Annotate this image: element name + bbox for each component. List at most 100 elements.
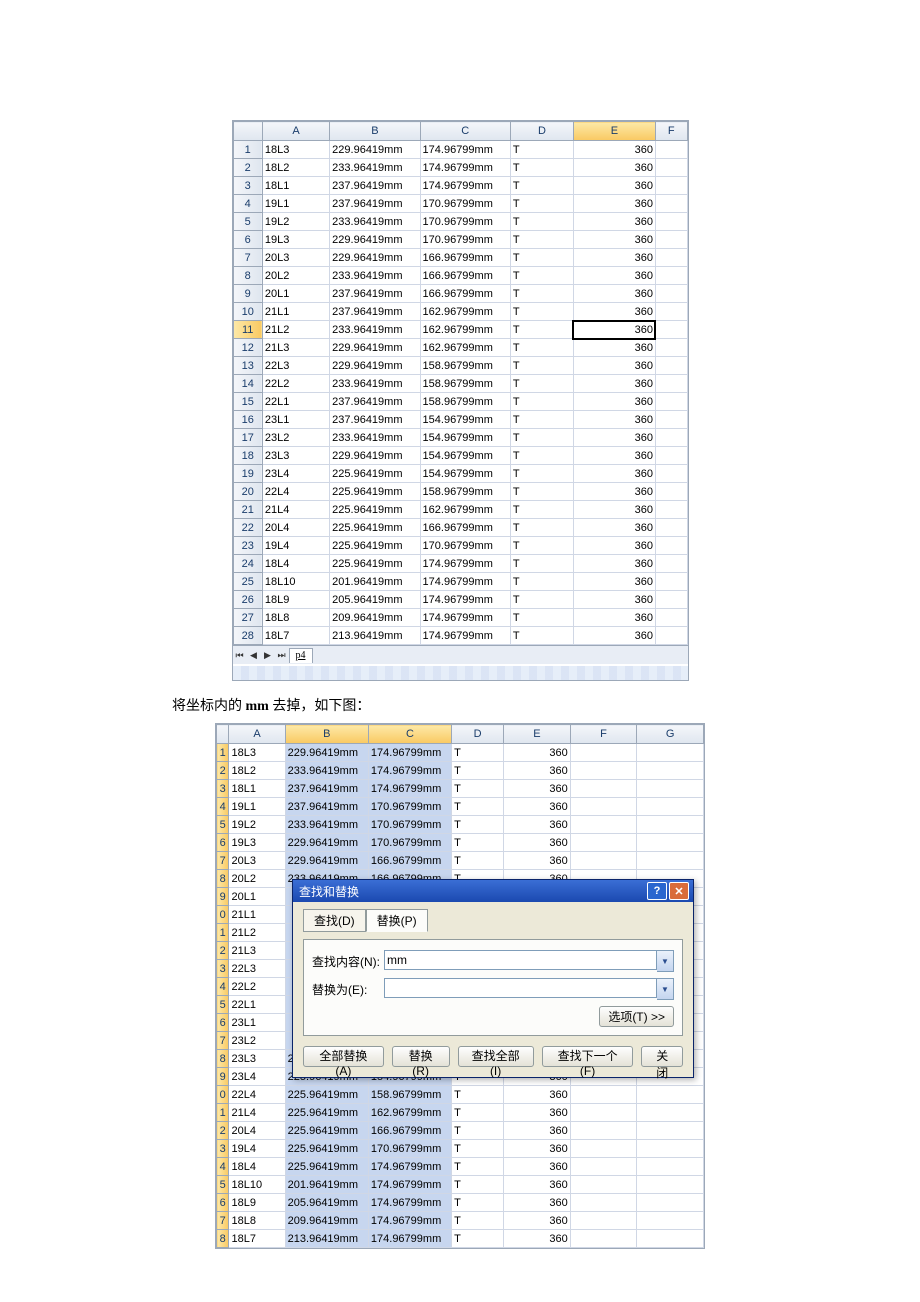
cell[interactable]: 360 xyxy=(573,213,655,231)
cell[interactable] xyxy=(655,357,687,375)
col-header-E[interactable]: E xyxy=(573,122,655,141)
row-header[interactable]: 7 xyxy=(217,852,229,870)
cell[interactable]: 174.96799mm xyxy=(420,627,510,645)
cell[interactable]: 225.96419mm xyxy=(330,465,420,483)
cell[interactable]: 360 xyxy=(573,375,655,393)
cell[interactable]: 22L3 xyxy=(229,960,285,978)
cell[interactable]: 360 xyxy=(504,1086,571,1104)
cell[interactable]: 19L1 xyxy=(262,195,329,213)
replace-input[interactable] xyxy=(384,978,657,998)
cell[interactable]: 360 xyxy=(504,1176,571,1194)
cell[interactable]: T xyxy=(510,249,573,267)
row-header[interactable]: 3 xyxy=(217,960,229,978)
cell[interactable]: 225.96419mm xyxy=(285,1086,368,1104)
cell[interactable]: 174.96799mm xyxy=(420,141,510,159)
cell[interactable]: 170.96799mm xyxy=(420,231,510,249)
cell[interactable]: 201.96419mm xyxy=(330,573,420,591)
cell[interactable]: 237.96419mm xyxy=(330,303,420,321)
cell[interactable] xyxy=(655,627,687,645)
row-header[interactable]: 2 xyxy=(233,159,262,177)
cell[interactable]: 225.96419mm xyxy=(285,1140,368,1158)
cell[interactable]: 360 xyxy=(504,798,571,816)
cell[interactable]: 166.96799mm xyxy=(420,519,510,537)
cell[interactable] xyxy=(637,798,704,816)
close-icon[interactable]: ✕ xyxy=(669,882,689,900)
cell[interactable] xyxy=(570,1194,637,1212)
cell[interactable]: T xyxy=(452,1194,504,1212)
cell[interactable]: 360 xyxy=(504,1140,571,1158)
cell[interactable]: 174.96799mm xyxy=(368,1230,451,1248)
find-dropdown-icon[interactable]: ▼ xyxy=(657,950,674,972)
cell[interactable]: T xyxy=(452,1122,504,1140)
cell[interactable]: 166.96799mm xyxy=(420,249,510,267)
cell[interactable]: 225.96419mm xyxy=(330,519,420,537)
tab-nav-next-icon[interactable]: ▶ xyxy=(261,648,275,662)
row-header[interactable]: 4 xyxy=(217,978,229,996)
cell[interactable] xyxy=(637,1122,704,1140)
cell[interactable]: T xyxy=(510,627,573,645)
cell[interactable]: T xyxy=(510,447,573,465)
cell[interactable] xyxy=(655,501,687,519)
cell[interactable]: T xyxy=(510,411,573,429)
tab-replace[interactable]: 替换(P) xyxy=(366,909,428,932)
tab-find[interactable]: 查找(D) xyxy=(303,909,366,932)
cell[interactable]: 233.96419mm xyxy=(330,429,420,447)
cell[interactable] xyxy=(570,1140,637,1158)
cell[interactable]: 237.96419mm xyxy=(330,393,420,411)
cell[interactable]: 237.96419mm xyxy=(330,195,420,213)
cell[interactable]: 22L4 xyxy=(262,483,329,501)
cell[interactable]: T xyxy=(510,465,573,483)
cell[interactable]: 18L1 xyxy=(229,780,285,798)
cell[interactable]: 20L2 xyxy=(262,267,329,285)
cell[interactable]: T xyxy=(510,573,573,591)
cell[interactable]: T xyxy=(452,1230,504,1248)
cell[interactable]: 21L1 xyxy=(229,906,285,924)
cell[interactable]: 174.96799mm xyxy=(368,762,451,780)
row-header[interactable]: 7 xyxy=(217,1032,229,1050)
cell[interactable]: 229.96419mm xyxy=(285,852,368,870)
cell[interactable] xyxy=(655,537,687,555)
cell[interactable]: 23L4 xyxy=(262,465,329,483)
cell[interactable]: 213.96419mm xyxy=(285,1230,368,1248)
cell[interactable]: T xyxy=(452,1176,504,1194)
row-header[interactable]: 2 xyxy=(217,762,229,780)
cell[interactable] xyxy=(570,834,637,852)
cell[interactable]: T xyxy=(510,303,573,321)
cell[interactable]: T xyxy=(452,1158,504,1176)
cell[interactable] xyxy=(570,762,637,780)
col-header-A[interactable]: A xyxy=(262,122,329,141)
cell[interactable]: 360 xyxy=(573,447,655,465)
col-header-D[interactable]: D xyxy=(452,725,504,744)
row-header[interactable]: 20 xyxy=(233,483,262,501)
cell[interactable]: T xyxy=(510,141,573,159)
col-header-corner[interactable] xyxy=(217,725,229,744)
cell[interactable]: 225.96419mm xyxy=(330,537,420,555)
cell[interactable]: 166.96799mm xyxy=(368,1122,451,1140)
cell[interactable]: T xyxy=(510,177,573,195)
row-header[interactable]: 7 xyxy=(233,249,262,267)
cell[interactable]: 360 xyxy=(504,744,571,762)
cell[interactable] xyxy=(570,1086,637,1104)
close-button[interactable]: 关闭 xyxy=(641,1046,683,1067)
cell[interactable]: T xyxy=(510,195,573,213)
cell[interactable]: 360 xyxy=(573,519,655,537)
cell[interactable]: T xyxy=(452,1086,504,1104)
cell[interactable]: 170.96799mm xyxy=(420,213,510,231)
cell[interactable]: 166.96799mm xyxy=(420,285,510,303)
cell[interactable]: 158.96799mm xyxy=(420,483,510,501)
cell[interactable]: 237.96419mm xyxy=(285,798,368,816)
cell[interactable]: 21L4 xyxy=(262,501,329,519)
cell[interactable]: 22L3 xyxy=(262,357,329,375)
row-header[interactable]: 9 xyxy=(233,285,262,303)
cell[interactable]: 22L4 xyxy=(229,1086,285,1104)
cell[interactable]: 237.96419mm xyxy=(285,780,368,798)
replace-button[interactable]: 替换(R) xyxy=(392,1046,450,1067)
cell[interactable]: 18L4 xyxy=(229,1158,285,1176)
cell[interactable]: T xyxy=(510,357,573,375)
cell[interactable]: 154.96799mm xyxy=(420,411,510,429)
cell[interactable]: 19L2 xyxy=(229,816,285,834)
dialog-titlebar[interactable]: 查找和替换 ? ✕ xyxy=(293,880,693,902)
cell[interactable]: 22L2 xyxy=(262,375,329,393)
cell[interactable]: 233.96419mm xyxy=(285,816,368,834)
cell[interactable]: 237.96419mm xyxy=(330,285,420,303)
